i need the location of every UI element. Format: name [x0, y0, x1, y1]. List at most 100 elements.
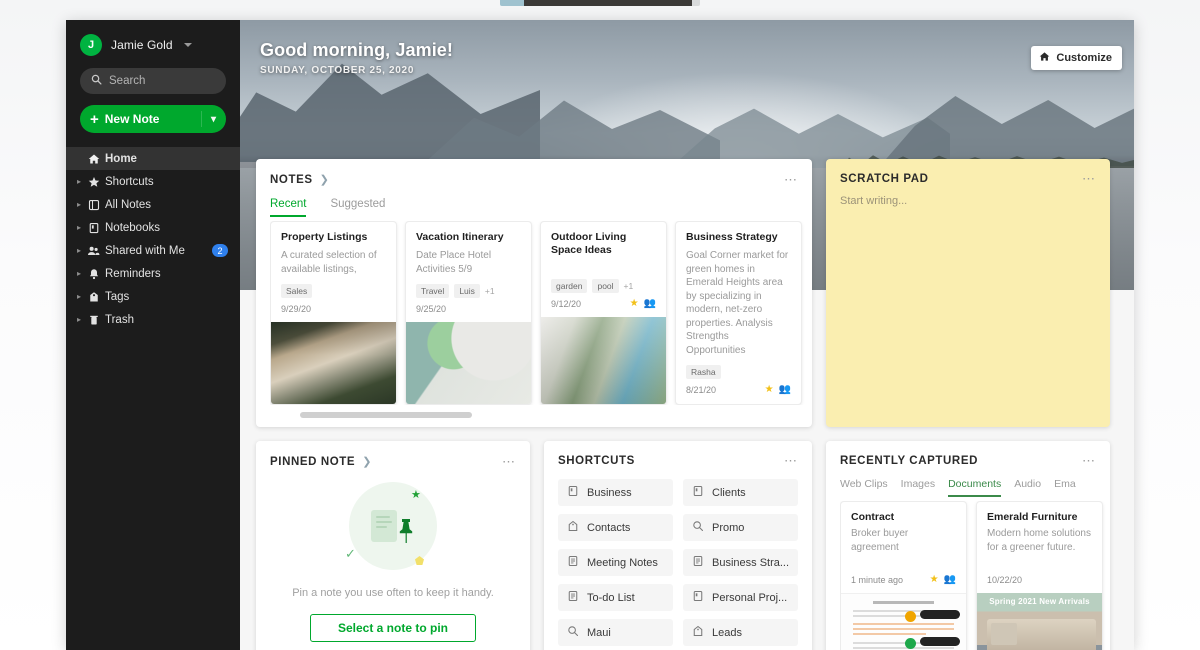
- tag-chip[interactable]: pool: [592, 279, 619, 294]
- note-card[interactable]: Vacation Itinerary Date Place Hotel Acti…: [405, 221, 532, 405]
- card-title: SCRATCH PAD: [840, 173, 929, 185]
- captured-snippet: Broker buyer agreement: [851, 528, 909, 553]
- note-card[interactable]: Property Listings A curated selection of…: [270, 221, 397, 405]
- new-note-button[interactable]: + New Note ▾: [80, 105, 226, 133]
- tab-suggested[interactable]: Suggested: [330, 198, 385, 217]
- shortcut-label: Leads: [712, 626, 742, 639]
- sidebar-item-home[interactable]: Home: [66, 147, 240, 170]
- notes-list[interactable]: Property Listings A curated selection of…: [270, 221, 812, 405]
- chevron-right-icon[interactable]: ❯: [320, 173, 329, 186]
- customize-label: Customize: [1056, 52, 1112, 64]
- sidebar-item-trash[interactable]: ▸ Trash: [66, 308, 240, 331]
- tag-chip[interactable]: garden: [551, 279, 588, 294]
- tag-chip[interactable]: Luis: [454, 284, 480, 299]
- shortcut-promo[interactable]: Promo: [683, 514, 798, 541]
- card-title: RECENTLY CAPTURED: [840, 455, 978, 467]
- shortcut-leads[interactable]: Leads: [683, 619, 798, 646]
- user-name: Jamie Gold: [111, 38, 173, 52]
- expand-triangle-icon[interactable]: ▸: [77, 177, 85, 186]
- tab-images[interactable]: Images: [901, 478, 935, 497]
- tag-overflow-count: +1: [484, 286, 495, 297]
- expand-triangle-icon[interactable]: ▸: [77, 223, 85, 232]
- tag-chip[interactable]: Travel: [416, 284, 450, 299]
- scratch-pad-input[interactable]: Start writing...: [826, 185, 1110, 207]
- more-options-icon[interactable]: ⋯: [784, 454, 798, 467]
- shortcut-maui[interactable]: Maui: [558, 619, 673, 646]
- sidebar-item-reminders[interactable]: ▸ Reminders: [66, 262, 240, 285]
- chevron-down-icon[interactable]: ▾: [200, 111, 216, 127]
- user-menu[interactable]: J Jamie Gold: [66, 20, 240, 66]
- tab-audio[interactable]: Audio: [1014, 478, 1041, 497]
- shared-people-icon: 👥: [643, 298, 656, 310]
- greeting-block: Good morning, Jamie! SUNDAY, OCTOBER 25,…: [260, 40, 453, 76]
- main-content: Good morning, Jamie! SUNDAY, OCTOBER 25,…: [240, 20, 1134, 650]
- sidebar-item-label: Home: [105, 152, 137, 165]
- note-icon: [692, 555, 704, 570]
- more-options-icon[interactable]: ⋯: [1082, 454, 1096, 467]
- sidebar-item-notebooks[interactable]: ▸ Notebooks: [66, 216, 240, 239]
- plus-icon: +: [90, 110, 99, 128]
- shortcut-meeting-notes[interactable]: Meeting Notes: [558, 549, 673, 576]
- shortcut-personal-project[interactable]: Personal Proj...: [683, 584, 798, 611]
- sidebar-item-tags[interactable]: ▸ Tags: [66, 285, 240, 308]
- expand-triangle-icon[interactable]: ▸: [77, 200, 85, 209]
- customize-button[interactable]: Customize: [1031, 46, 1122, 70]
- recently-captured-tabs: Web Clips Images Documents Audio Ema: [826, 467, 1110, 497]
- sidebar-item-label: Tags: [105, 290, 130, 303]
- sidebar-item-shared-with-me[interactable]: ▸ Shared with Me 2: [66, 239, 240, 262]
- more-options-icon[interactable]: ⋯: [1082, 172, 1096, 185]
- card-title: SHORTCUTS: [558, 455, 635, 467]
- sidebar-item-all-notes[interactable]: ▸ All Notes: [66, 193, 240, 216]
- shortcut-label: Promo: [712, 521, 745, 534]
- more-options-icon[interactable]: ⋯: [502, 455, 516, 468]
- scratch-pad-card: SCRATCH PAD ⋯ Start writing...: [826, 159, 1110, 427]
- sidebar-item-shortcuts[interactable]: ▸ Shortcuts: [66, 170, 240, 193]
- shortcut-business-strategy[interactable]: Business Stra...: [683, 549, 798, 576]
- bell-icon: [85, 268, 102, 280]
- sidebar-item-label: Trash: [105, 313, 134, 326]
- shortcut-business[interactable]: Business: [558, 479, 673, 506]
- captured-snippet: Modern home solutions for a greener futu…: [987, 528, 1091, 553]
- tab-emails[interactable]: Ema: [1054, 478, 1076, 497]
- greeting-date: SUNDAY, OCTOBER 25, 2020: [260, 65, 415, 76]
- note-card[interactable]: Business Strategy Goal Corner market for…: [675, 221, 802, 405]
- shortcut-contacts[interactable]: Contacts: [558, 514, 673, 541]
- select-note-to-pin-button[interactable]: Select a note to pin: [310, 613, 476, 642]
- captured-item[interactable]: Contract Broker buyer agreement 1 minute…: [840, 501, 967, 650]
- expand-triangle-icon[interactable]: ▸: [77, 269, 85, 278]
- thumbnail-label: Spring 2021 New Arrivals: [989, 597, 1090, 606]
- tag-icon: [692, 625, 704, 640]
- search-icon: [692, 520, 704, 535]
- expand-triangle-icon[interactable]: ▸: [77, 246, 85, 255]
- note-date: 8/21/20: [686, 385, 717, 396]
- tab-web-clips[interactable]: Web Clips: [840, 478, 888, 497]
- more-options-icon[interactable]: ⋯: [784, 173, 798, 186]
- pinned-note-header: PINNED NOTE ❯ ⋯: [256, 441, 530, 469]
- pinned-note-empty-text: Pin a note you use often to keep it hand…: [292, 587, 494, 599]
- shortcut-label: Clients: [712, 486, 746, 499]
- search-input[interactable]: Search: [80, 68, 226, 94]
- note-date: 9/12/20: [551, 299, 582, 310]
- notes-icon: [85, 199, 102, 211]
- tab-recent[interactable]: Recent: [270, 198, 307, 217]
- tag-chip[interactable]: Rasha: [686, 365, 721, 380]
- shortcut-clients[interactable]: Clients: [683, 479, 798, 506]
- expand-triangle-icon[interactable]: ▸: [77, 315, 85, 324]
- note-thumbnail-map: [406, 322, 531, 404]
- expand-triangle-icon[interactable]: ▸: [77, 292, 85, 301]
- sidebar-item-label: All Notes: [105, 198, 152, 211]
- shortcut-label: Maui: [587, 626, 611, 639]
- tab-documents[interactable]: Documents: [948, 478, 1002, 497]
- note-card[interactable]: Outdoor Living Space Ideas garden pool +…: [540, 221, 667, 405]
- captured-item[interactable]: Emerald Furniture Modern home solutions …: [976, 501, 1103, 650]
- chevron-right-icon[interactable]: ❯: [362, 455, 371, 468]
- recently-captured-list[interactable]: Contract Broker buyer agreement 1 minute…: [840, 501, 1110, 650]
- captured-thumbnail-furniture: Spring 2021 New Arrivals: [977, 593, 1102, 650]
- shortcut-todo-list[interactable]: To-do List: [558, 584, 673, 611]
- captured-title: Contract: [851, 511, 895, 523]
- horizontal-scrollbar[interactable]: [300, 412, 472, 418]
- tag-chip[interactable]: Sales: [281, 284, 313, 299]
- star-icon: ★: [629, 298, 639, 310]
- shortcuts-card: SHORTCUTS ⋯ Business Clients Contacts Pr…: [544, 441, 812, 650]
- search-icon: [91, 72, 102, 90]
